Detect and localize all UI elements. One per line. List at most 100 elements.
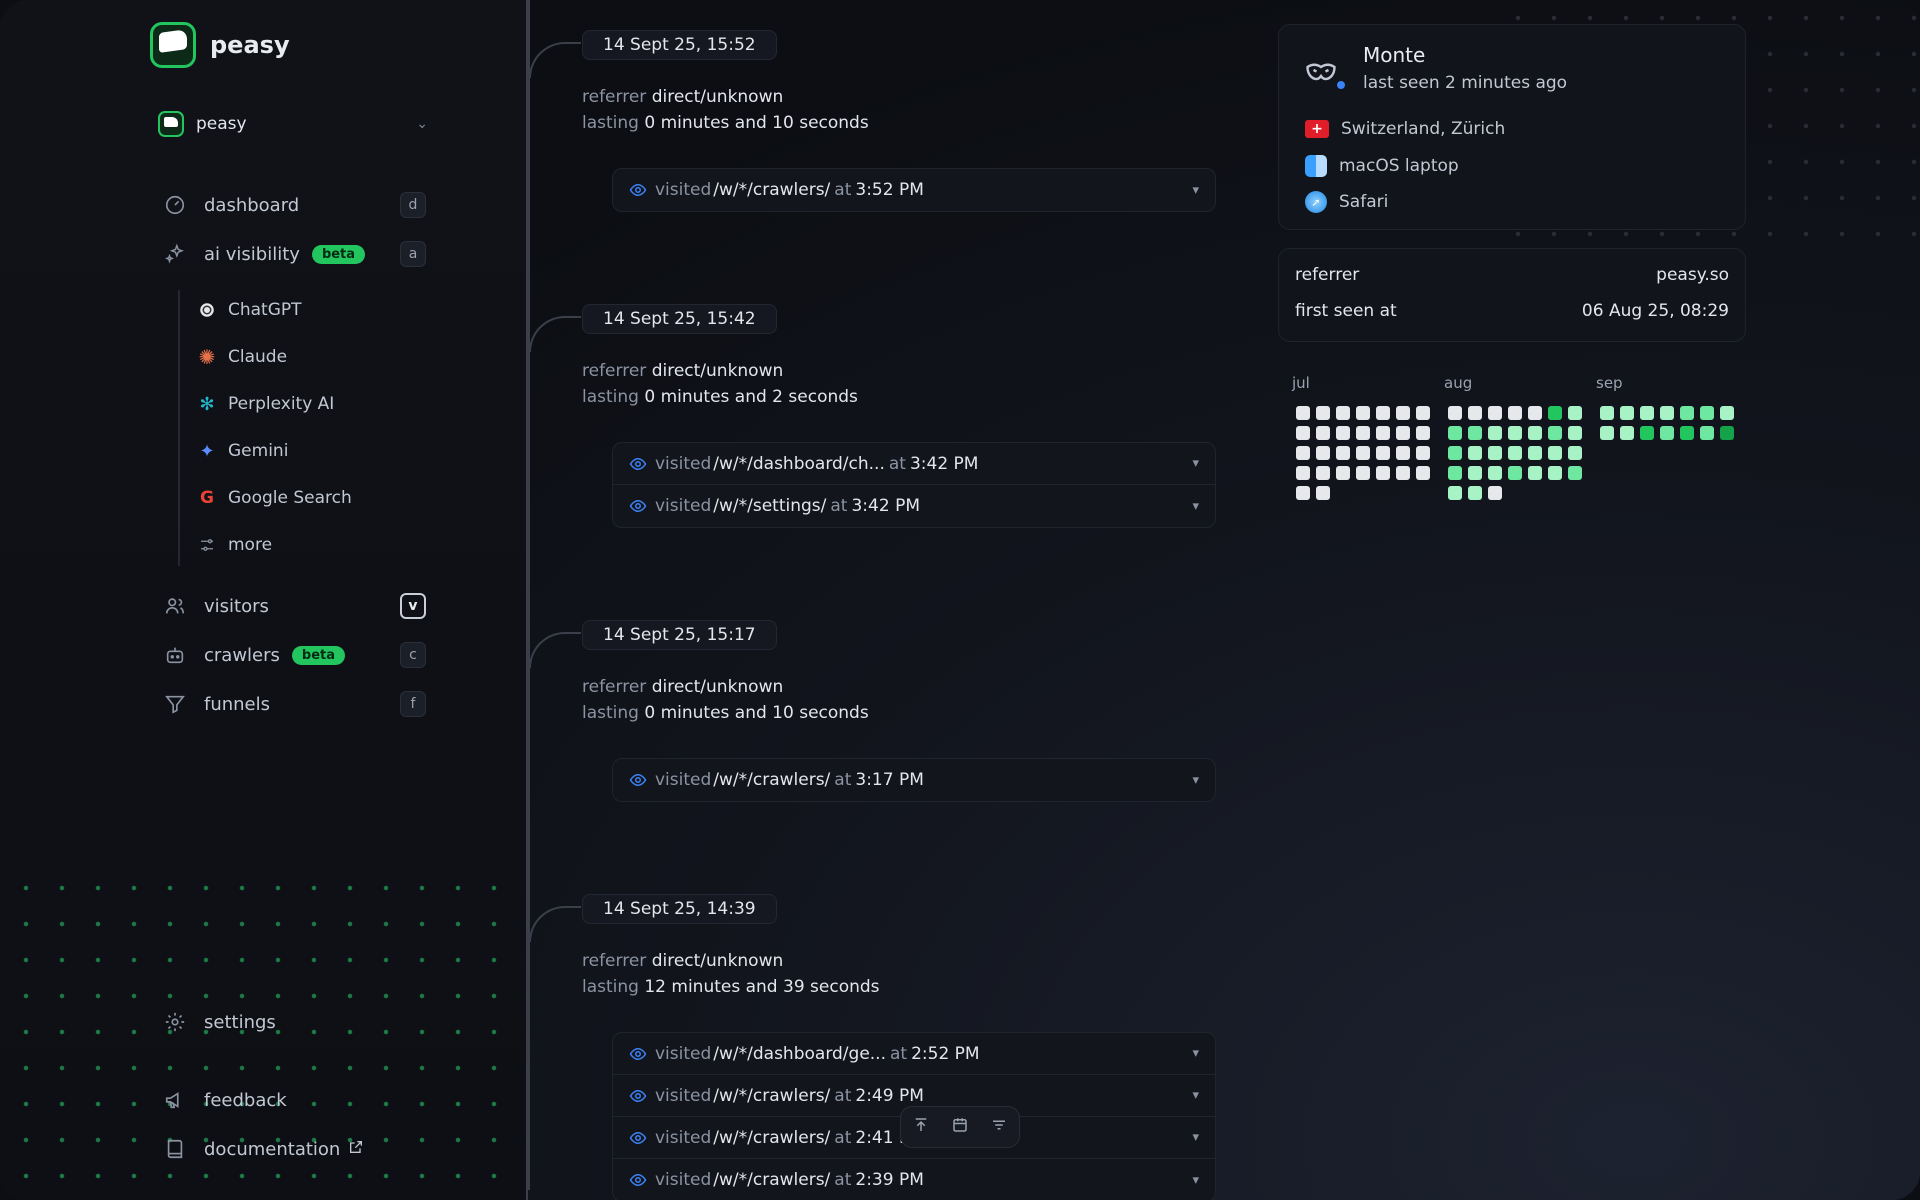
visit-row[interactable]: visited/w/*/crawlers/at 2:39 PM ▾ <box>613 1159 1215 1200</box>
activity-day-cell[interactable] <box>1508 446 1522 460</box>
sidebar-item-claude[interactable]: ✺ Claude <box>198 342 287 372</box>
nav-feedback[interactable]: feedback <box>164 1083 426 1117</box>
activity-day-cell[interactable] <box>1396 406 1410 420</box>
visit-row[interactable]: visited/w/*/settings/at 3:42 PM ▾ <box>613 485 1215 527</box>
activity-day-cell[interactable] <box>1396 466 1410 480</box>
activity-day-cell[interactable] <box>1680 406 1694 420</box>
activity-day-cell[interactable] <box>1416 406 1430 420</box>
activity-day-cell[interactable] <box>1296 446 1310 460</box>
activity-day-cell[interactable] <box>1548 406 1562 420</box>
activity-day-cell[interactable] <box>1680 426 1694 440</box>
activity-day-cell[interactable] <box>1448 426 1462 440</box>
activity-day-cell[interactable] <box>1316 426 1330 440</box>
activity-day-cell[interactable] <box>1448 446 1462 460</box>
activity-day-cell[interactable] <box>1296 466 1310 480</box>
activity-day-cell[interactable] <box>1416 426 1430 440</box>
activity-day-cell[interactable] <box>1336 466 1350 480</box>
activity-day-cell[interactable] <box>1468 426 1482 440</box>
activity-day-cell[interactable] <box>1528 446 1542 460</box>
activity-day-cell[interactable] <box>1316 466 1330 480</box>
activity-day-cell[interactable] <box>1488 406 1502 420</box>
activity-day-cell[interactable] <box>1528 466 1542 480</box>
activity-day-cell[interactable] <box>1376 406 1390 420</box>
chevron-down-icon[interactable]: ▾ <box>1192 773 1199 788</box>
activity-day-cell[interactable] <box>1296 426 1310 440</box>
activity-day-cell[interactable] <box>1396 426 1410 440</box>
activity-day-cell[interactable] <box>1660 406 1674 420</box>
activity-day-cell[interactable] <box>1376 426 1390 440</box>
visit-row[interactable]: visited/w/*/dashboard/ge... at 2:52 PM ▾ <box>613 1033 1215 1075</box>
activity-day-cell[interactable] <box>1376 466 1390 480</box>
activity-day-cell[interactable] <box>1568 426 1582 440</box>
activity-day-cell[interactable] <box>1488 426 1502 440</box>
activity-day-cell[interactable] <box>1548 426 1562 440</box>
activity-day-cell[interactable] <box>1336 426 1350 440</box>
sidebar-item-gemini[interactable]: ✦ Gemini <box>198 436 288 466</box>
activity-day-cell[interactable] <box>1720 406 1734 420</box>
activity-day-cell[interactable] <box>1468 446 1482 460</box>
activity-day-cell[interactable] <box>1488 486 1502 500</box>
activity-day-cell[interactable] <box>1416 466 1430 480</box>
activity-day-cell[interactable] <box>1316 406 1330 420</box>
activity-day-cell[interactable] <box>1620 406 1634 420</box>
scroll-top-icon[interactable] <box>912 1116 930 1138</box>
visit-row[interactable]: visited/w/*/crawlers/at 3:52 PM ▾ <box>613 169 1215 211</box>
sidebar-item-perplexity[interactable]: ✻ Perplexity AI <box>198 389 334 419</box>
activity-day-cell[interactable] <box>1700 426 1714 440</box>
nav-settings[interactable]: settings <box>164 1005 426 1039</box>
activity-day-cell[interactable] <box>1600 406 1614 420</box>
activity-day-cell[interactable] <box>1336 446 1350 460</box>
activity-day-cell[interactable] <box>1568 406 1582 420</box>
activity-day-cell[interactable] <box>1620 426 1634 440</box>
nav-ai-visibility[interactable]: ai visibility beta a <box>164 237 426 271</box>
visit-row[interactable]: visited/w/*/crawlers/at 3:17 PM ▾ <box>613 759 1215 801</box>
activity-day-cell[interactable] <box>1468 466 1482 480</box>
activity-day-cell[interactable] <box>1508 406 1522 420</box>
nav-crawlers[interactable]: crawlers beta c <box>164 638 426 672</box>
activity-day-cell[interactable] <box>1416 446 1430 460</box>
sidebar-item-chatgpt[interactable]: ChatGPT <box>198 295 302 325</box>
activity-day-cell[interactable] <box>1640 406 1654 420</box>
activity-day-cell[interactable] <box>1508 426 1522 440</box>
activity-day-cell[interactable] <box>1316 446 1330 460</box>
sidebar-item-google-search[interactable]: G Google Search <box>198 483 352 513</box>
chevron-down-icon[interactable]: ▾ <box>1192 1088 1199 1103</box>
chevron-down-icon[interactable]: ▾ <box>1192 1173 1199 1188</box>
activity-day-cell[interactable] <box>1600 426 1614 440</box>
chevron-down-icon[interactable]: ▾ <box>1192 499 1199 514</box>
sidebar-item-more[interactable]: more <box>198 530 272 560</box>
filter-lines-icon[interactable] <box>990 1116 1008 1138</box>
activity-day-cell[interactable] <box>1448 406 1462 420</box>
activity-day-cell[interactable] <box>1488 466 1502 480</box>
activity-day-cell[interactable] <box>1528 406 1542 420</box>
project-switcher[interactable]: peasy ⌄ <box>158 108 428 140</box>
activity-day-cell[interactable] <box>1528 426 1542 440</box>
visit-row[interactable]: visited/w/*/dashboard/ch... at 3:42 PM ▾ <box>613 443 1215 485</box>
activity-day-cell[interactable] <box>1356 406 1370 420</box>
chevron-down-icon[interactable]: ▾ <box>1192 1046 1199 1061</box>
nav-documentation[interactable]: documentation <box>164 1132 426 1166</box>
activity-day-cell[interactable] <box>1720 426 1734 440</box>
activity-day-cell[interactable] <box>1488 446 1502 460</box>
activity-day-cell[interactable] <box>1660 426 1674 440</box>
nav-visitors[interactable]: visitors v <box>164 589 426 623</box>
activity-day-cell[interactable] <box>1448 466 1462 480</box>
activity-day-cell[interactable] <box>1396 446 1410 460</box>
activity-day-cell[interactable] <box>1548 446 1562 460</box>
activity-day-cell[interactable] <box>1356 426 1370 440</box>
activity-day-cell[interactable] <box>1468 486 1482 500</box>
activity-day-cell[interactable] <box>1468 406 1482 420</box>
activity-day-cell[interactable] <box>1316 486 1330 500</box>
activity-day-cell[interactable] <box>1336 406 1350 420</box>
activity-day-cell[interactable] <box>1548 466 1562 480</box>
activity-day-cell[interactable] <box>1296 406 1310 420</box>
nav-funnels[interactable]: funnels f <box>164 687 426 721</box>
activity-day-cell[interactable] <box>1640 426 1654 440</box>
activity-day-cell[interactable] <box>1448 486 1462 500</box>
activity-day-cell[interactable] <box>1508 466 1522 480</box>
brand-logo[interactable]: peasy <box>150 22 290 68</box>
chevron-down-icon[interactable]: ▾ <box>1192 456 1199 471</box>
activity-day-cell[interactable] <box>1700 406 1714 420</box>
activity-day-cell[interactable] <box>1568 446 1582 460</box>
chevron-down-icon[interactable]: ▾ <box>1192 183 1199 198</box>
